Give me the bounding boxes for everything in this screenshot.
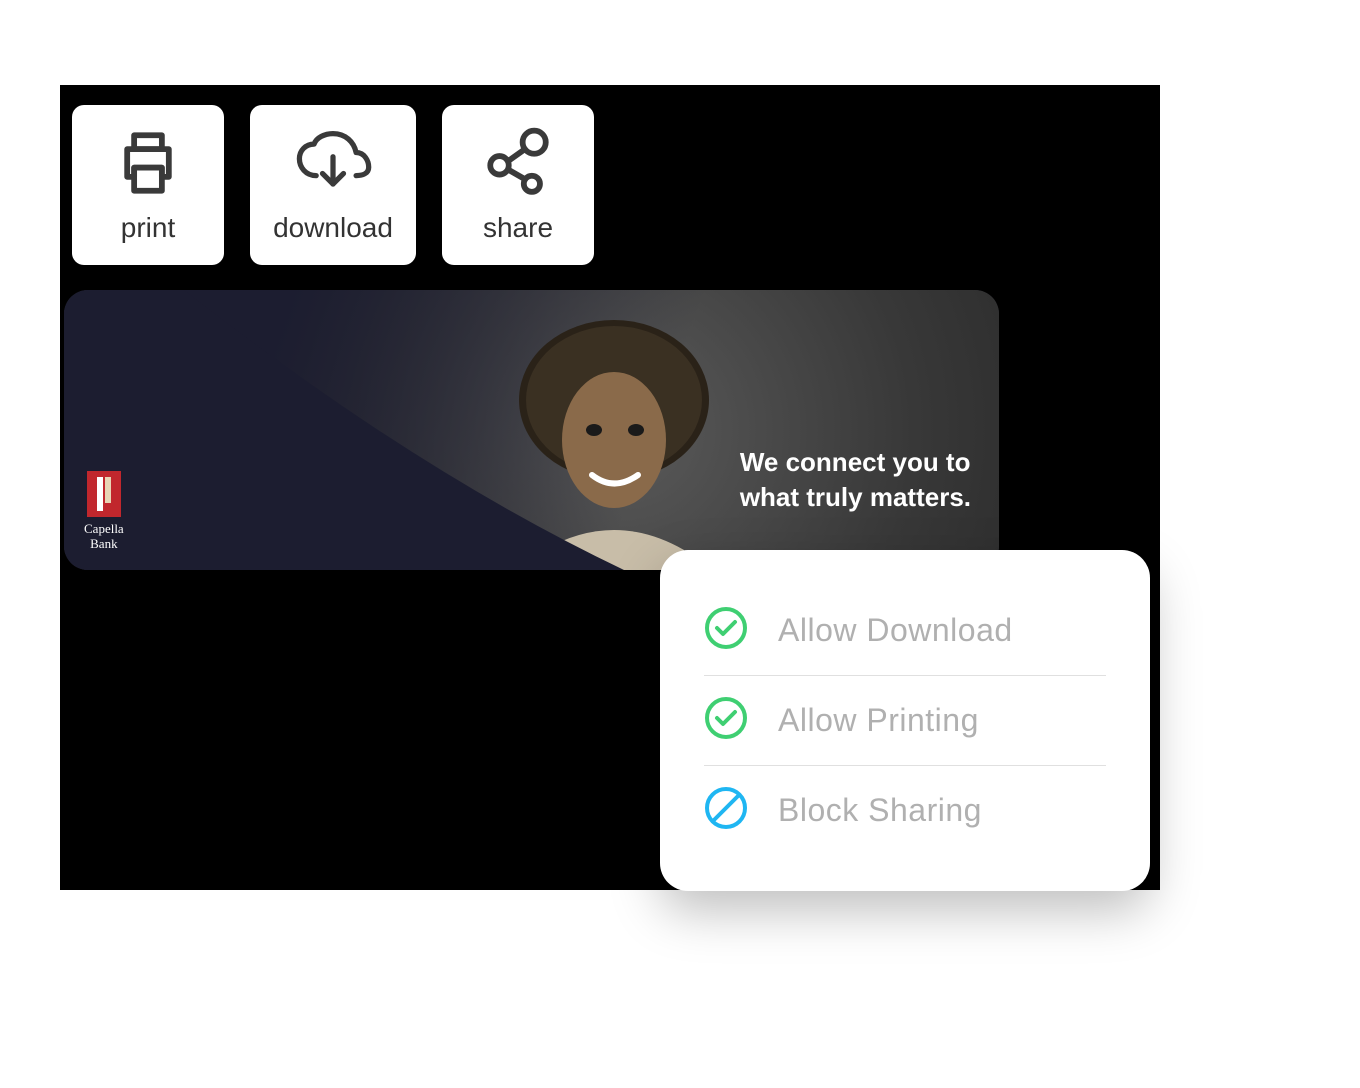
brand-banner: Capella Bank We connect you to what trul… [64,290,999,570]
print-icon [111,126,185,200]
brand-name: Capella Bank [84,521,124,552]
person-image [444,310,784,570]
brand-logo: Capella Bank [84,471,124,552]
permission-label: Allow Printing [778,702,979,739]
permission-row-download[interactable]: Allow Download [704,586,1106,675]
download-icon [291,126,375,200]
logo-mark-icon [87,471,121,517]
toolbar: print download share [72,105,594,265]
permission-label: Block Sharing [778,792,982,829]
permission-label: Allow Download [778,612,1013,649]
permission-row-printing[interactable]: Allow Printing [704,675,1106,765]
share-icon [481,126,555,200]
print-label: print [121,212,175,244]
permissions-panel: Allow Download Allow Printing Block Shar… [660,550,1150,891]
download-button[interactable]: download [250,105,416,265]
allow-check-icon [704,696,748,745]
permission-row-sharing[interactable]: Block Sharing [704,765,1106,855]
block-slash-icon [704,786,748,835]
share-label: share [483,212,553,244]
banner-tagline: We connect you to what truly matters. [740,445,971,515]
print-button[interactable]: print [72,105,224,265]
allow-check-icon [704,606,748,655]
share-button[interactable]: share [442,105,594,265]
download-label: download [273,212,393,244]
